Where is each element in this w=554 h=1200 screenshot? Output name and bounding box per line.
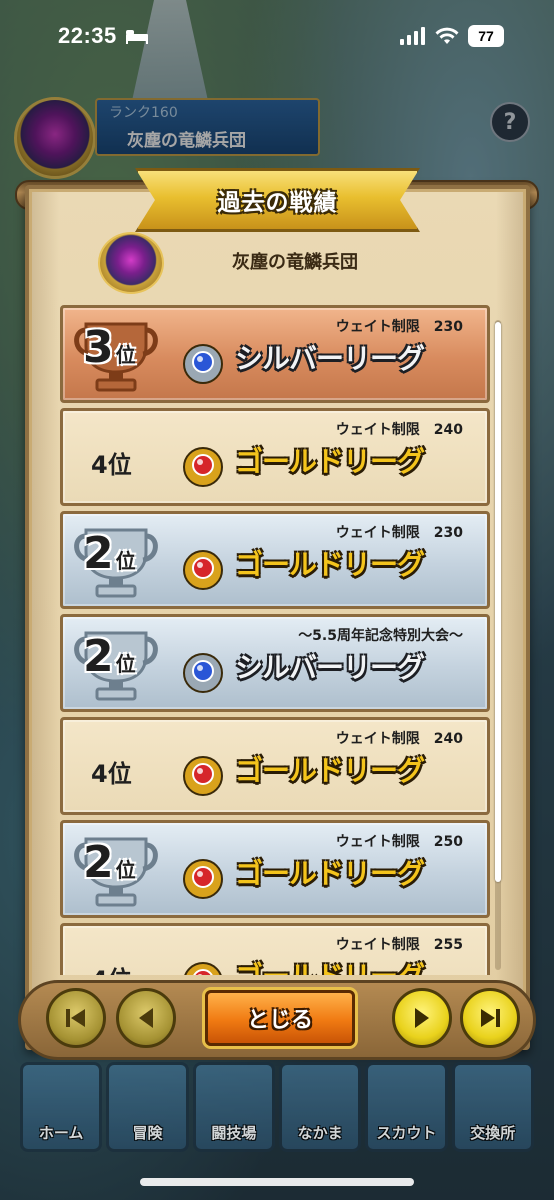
close-button[interactable]: とじる (205, 990, 355, 1046)
place-rank: 3位 (83, 326, 136, 370)
silver-league-emblem-icon (183, 344, 223, 384)
scrollbar-thumb[interactable] (495, 322, 501, 882)
row-note: ウェイト制限 250 (335, 834, 463, 850)
history-row[interactable]: 2 位 ウェイト制限 230 ゴールドリーグ (60, 511, 490, 609)
history-list[interactable]: 3 位ウェイト制限 230 シルバーリーグ 4位 ウェイト制限 240 ゴールドリーグ 2 位… (60, 305, 490, 975)
wifi-icon (435, 27, 459, 44)
row-note: ウェイト制限 230 (335, 319, 463, 335)
bottom-nav: ホーム 冒険 闘技場 なかま スカウト 交換所 (20, 1062, 534, 1157)
skip-back-icon (66, 1009, 85, 1027)
first-page-button[interactable] (46, 988, 106, 1048)
place-number: 2 (83, 631, 114, 682)
last-page-button[interactable] (460, 988, 520, 1048)
title-ribbon: 過去の戦績 (135, 168, 420, 232)
arrow-left-icon (139, 1008, 153, 1028)
status-time: 22:35 (58, 23, 117, 48)
place-suffix: 位 (115, 652, 136, 676)
league-name: ゴールドリーグ (235, 754, 425, 787)
league-name: ゴールドリーグ (235, 445, 425, 478)
nav-arena-label: 闘技場 (211, 1124, 257, 1142)
battery-level: 77 (478, 28, 494, 44)
league-name: ゴールドリーグ (235, 959, 425, 975)
place-number: 4 (91, 966, 108, 975)
gold-league-emblem-icon (183, 550, 223, 590)
row-note: ウェイト制限 230 (335, 525, 463, 541)
gold-league-emblem-icon (183, 447, 223, 487)
history-row[interactable]: 4位 ウェイト制限 240 ゴールドリーグ (60, 408, 490, 506)
prev-page-button[interactable] (116, 988, 176, 1048)
history-row[interactable]: 2 位 ウェイト制限 250 ゴールドリーグ (60, 820, 490, 918)
place-number: 4 (91, 451, 108, 479)
league-name: シルバーリーグ (235, 651, 425, 684)
place-suffix: 位 (115, 343, 136, 367)
nav-exchange[interactable]: 交換所 (451, 1062, 534, 1152)
history-row[interactable]: 4位 ウェイト制限 255 ゴールドリーグ (60, 923, 490, 975)
nav-home-label: ホーム (38, 1124, 84, 1142)
place-suffix: 位 (115, 549, 136, 573)
nav-home[interactable]: ホーム (20, 1062, 103, 1152)
place-suffix: 位 (107, 451, 132, 479)
place-suffix: 位 (115, 858, 136, 882)
history-row[interactable]: 2 位 ～5.5周年記念特別大会～ シルバーリーグ (60, 614, 490, 712)
place-rank: 2位 (83, 635, 136, 679)
silver-league-emblem-icon (183, 653, 223, 693)
team-emblem-icon (98, 232, 164, 294)
home-indicator[interactable] (140, 1178, 414, 1186)
nav-scout[interactable]: スカウト (365, 1062, 448, 1152)
nav-adventure-label: 冒険 (132, 1124, 163, 1142)
row-note: ウェイト制限 240 (335, 422, 463, 438)
place-rank: 2位 (83, 532, 136, 576)
bed-icon (125, 30, 148, 44)
place-rank: 4位 (91, 754, 132, 789)
next-page-button[interactable] (392, 988, 452, 1048)
gold-league-emblem-icon (183, 756, 223, 796)
gold-league-emblem-icon (184, 962, 222, 975)
history-row[interactable]: 4位 ウェイト制限 240 ゴールドリーグ (60, 717, 490, 815)
arrow-right-icon (415, 1008, 429, 1028)
nav-arena[interactable]: 闘技場 (192, 1062, 275, 1152)
place-suffix: 位 (108, 966, 132, 975)
nav-scout-label: スカウト (376, 1124, 437, 1142)
place-number: 3 (83, 322, 114, 373)
status-bar: 22:35 77 (0, 0, 554, 72)
nav-party-label: なかま (297, 1124, 343, 1142)
row-note: ～5.5周年記念特別大会～ (298, 628, 463, 644)
nav-party[interactable]: なかま (278, 1062, 362, 1152)
place-suffix: 位 (107, 760, 132, 788)
league-name: ゴールドリーグ (235, 857, 425, 890)
place-number: 2 (83, 837, 114, 888)
gold-league-emblem-icon (183, 859, 223, 899)
place-number: 2 (83, 528, 114, 579)
league-name: ゴールドリーグ (235, 548, 425, 581)
history-row[interactable]: 3 位 ウェイト制限 230 シルバーリーグ (60, 305, 490, 403)
close-button-label: とじる (246, 1008, 313, 1033)
nav-exchange-label: 交換所 (470, 1124, 516, 1142)
nav-adventure[interactable]: 冒険 (106, 1062, 189, 1152)
modal-title: 過去の戦績 (217, 190, 338, 216)
place-rank: 4位 (91, 960, 132, 975)
league-name: シルバーリーグ (235, 342, 425, 375)
place-number: 4 (91, 760, 108, 788)
place-rank: 4位 (91, 445, 132, 480)
modal-team-name: 灰塵の竜鱗兵団 (232, 252, 358, 273)
skip-forward-icon (481, 1009, 500, 1027)
signal-icon (400, 27, 425, 45)
row-note: ウェイト制限 255 (335, 937, 463, 953)
row-note: ウェイト制限 240 (335, 731, 463, 747)
place-rank: 2位 (83, 841, 136, 885)
battery-indicator: 77 (468, 25, 504, 47)
